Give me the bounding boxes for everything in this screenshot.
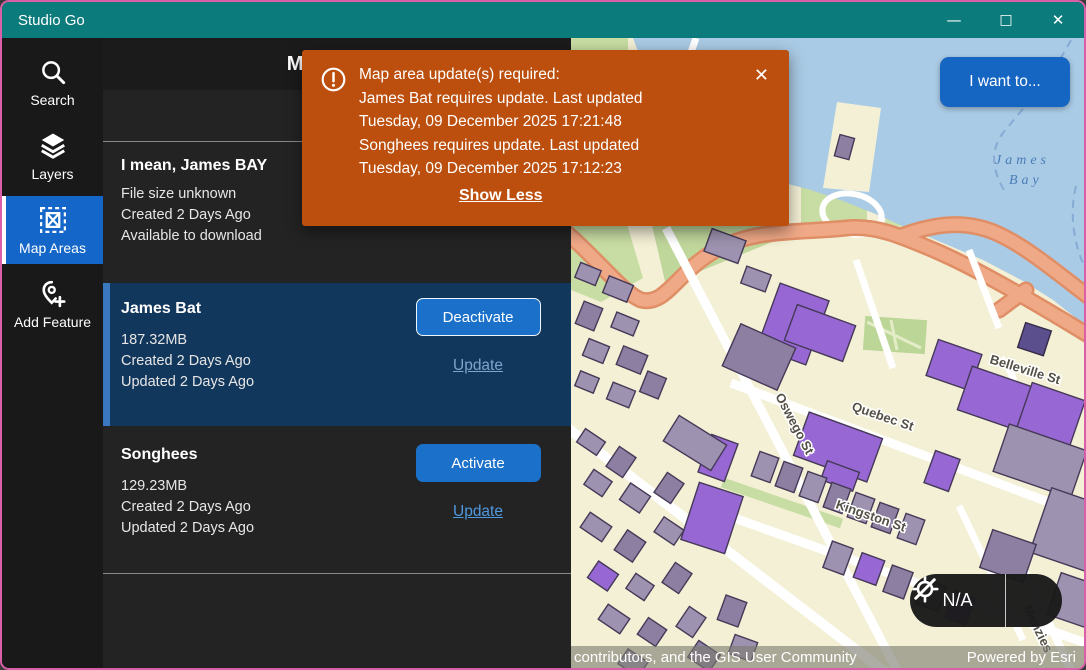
area-updated: Updated 2 Days Ago xyxy=(121,518,399,539)
window-controls: — □ ✕ xyxy=(928,2,1084,38)
close-button[interactable]: ✕ xyxy=(1032,2,1084,38)
toast-line: Songhees requires update. Last updated xyxy=(359,134,643,158)
update-link-songhees[interactable]: Update xyxy=(453,503,503,521)
list-item-james-bat[interactable]: James Bat 187.32MB Created 2 Days Ago Up… xyxy=(103,283,571,426)
sidebar-label-map-areas: Map Areas xyxy=(19,240,86,256)
maximize-button[interactable]: □ xyxy=(980,2,1032,38)
sidebar-item-layers[interactable]: Layers xyxy=(2,122,103,190)
area-size: 187.32MB xyxy=(121,330,399,351)
toast-line: Map area update(s) required: xyxy=(359,63,643,87)
add-feature-icon xyxy=(38,279,68,309)
window-title: Studio Go xyxy=(18,12,85,29)
show-less-link[interactable]: Show Less xyxy=(459,187,543,204)
layers-icon xyxy=(38,131,68,161)
activate-button[interactable]: Activate xyxy=(416,444,541,482)
title-bar[interactable]: Studio Go — □ ✕ xyxy=(2,2,1084,38)
gps-toggle-button[interactable] xyxy=(1006,574,1062,627)
map-areas-icon xyxy=(38,205,68,235)
sidebar-item-map-areas[interactable]: Map Areas xyxy=(2,196,103,264)
area-size: 129.23MB xyxy=(121,476,399,497)
sidebar-label-add-feature: Add Feature xyxy=(14,314,91,330)
toast-line: Tuesday, 09 December 2025 17:12:23 xyxy=(359,157,643,181)
alert-icon xyxy=(320,66,347,207)
sidebar: Search Layers Map Areas Add Feature xyxy=(2,38,103,668)
area-info: Songhees 129.23MB Created 2 Days Ago Upd… xyxy=(121,444,399,560)
water-label-bay: Bay xyxy=(1009,173,1043,188)
update-link-james-bat[interactable]: Update xyxy=(453,357,503,375)
sidebar-item-add-feature[interactable]: Add Feature xyxy=(2,270,103,338)
area-updated: Updated 2 Days Ago xyxy=(121,372,399,393)
toast-line: James Bat requires update. Last updated xyxy=(359,87,643,111)
divider xyxy=(103,573,571,574)
search-icon xyxy=(38,57,68,87)
sidebar-label-search: Search xyxy=(30,92,74,108)
list-item-songhees[interactable]: Songhees 129.23MB Created 2 Days Ago Upd… xyxy=(103,429,571,572)
gps-status-pill: N/A xyxy=(910,574,1062,627)
area-info: James Bat 187.32MB Created 2 Days Ago Up… xyxy=(121,298,399,414)
sidebar-item-search[interactable]: Search xyxy=(2,48,103,116)
app-window: Studio Go — □ ✕ Search Layers xyxy=(0,0,1086,670)
toast-close-button[interactable]: ✕ xyxy=(754,65,769,86)
i-want-to-button[interactable]: I want to... xyxy=(940,57,1070,107)
sidebar-label-layers: Layers xyxy=(31,166,73,182)
update-notification-toast: Map area update(s) required: James Bat r… xyxy=(302,50,789,226)
toast-line: Tuesday, 09 December 2025 17:21:48 xyxy=(359,110,643,134)
toast-message: Map area update(s) required: James Bat r… xyxy=(359,63,643,207)
area-title: Songhees xyxy=(121,446,399,464)
powered-by-esri: Powered by Esri xyxy=(967,649,1076,666)
minimize-button[interactable]: — xyxy=(928,2,980,38)
attribution-text: contributors, and the GIS User Community xyxy=(574,649,857,666)
available-item-status: Available to download xyxy=(121,226,553,247)
water-label-james: James xyxy=(995,153,1050,168)
area-created: Created 2 Days Ago xyxy=(121,351,399,372)
map-attribution-bar: contributors, and the GIS User Community… xyxy=(571,646,1084,668)
area-title: James Bat xyxy=(121,300,399,318)
area-created: Created 2 Days Ago xyxy=(121,497,399,518)
deactivate-button[interactable]: Deactivate xyxy=(416,298,541,336)
